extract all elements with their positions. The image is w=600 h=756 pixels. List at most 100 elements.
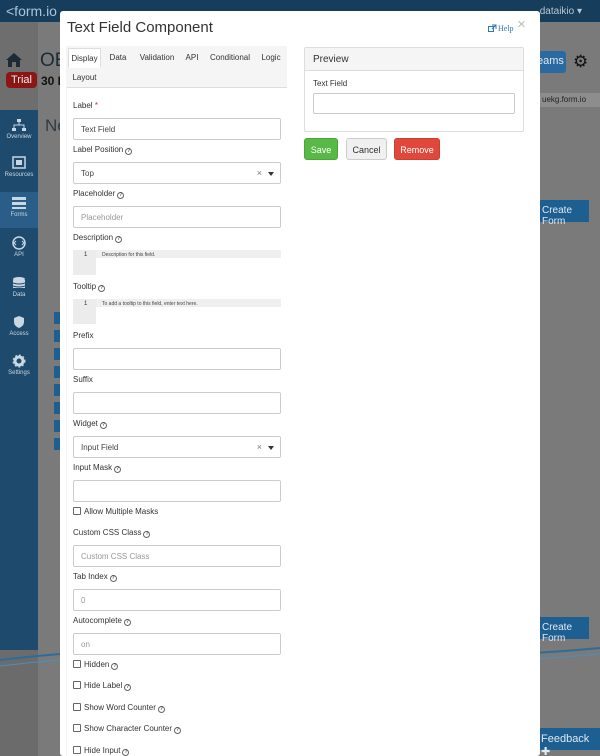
tooltip-editor[interactable]: 1 To add a tooltip to this field, enter …: [73, 299, 281, 324]
sidebar-item-access[interactable]: Access: [0, 315, 38, 347]
help-icon[interactable]: ?: [143, 531, 151, 538]
external-link-icon: [488, 24, 497, 32]
show-word-counter-checkbox[interactable]: Show Word Counter?: [73, 703, 165, 713]
help-icon[interactable]: ?: [114, 466, 122, 473]
input-mask-label: Input Mask?: [73, 463, 122, 473]
sidebar-item-forms[interactable]: Forms: [0, 192, 38, 228]
tab-data[interactable]: Data: [103, 48, 133, 68]
tab-index-input[interactable]: 0: [73, 589, 281, 611]
label-position-select[interactable]: Top ×: [73, 162, 281, 184]
required-mark: *: [94, 101, 98, 110]
modal-title: Text Field Component: [67, 19, 213, 36]
tab-validation[interactable]: Validation: [135, 48, 179, 68]
cancel-button[interactable]: Cancel: [346, 138, 387, 160]
checkbox-box[interactable]: [73, 724, 81, 732]
sidebar-item-label: Resources: [4, 172, 34, 178]
api-icon: [12, 236, 26, 250]
hidden-checkbox[interactable]: Hidden?: [73, 660, 119, 670]
sidebar-item-data[interactable]: Data: [0, 276, 38, 308]
resources-icon: [12, 156, 26, 169]
help-icon[interactable]: ?: [124, 684, 132, 691]
save-button[interactable]: Save: [304, 138, 338, 160]
prefix-input[interactable]: [73, 348, 281, 370]
gear-icon[interactable]: ⚙: [573, 52, 588, 72]
widget-select[interactable]: Input Field ×: [73, 436, 281, 458]
allow-multiple-masks-checkbox[interactable]: Allow Multiple Masks: [73, 507, 158, 516]
settings-icon: [12, 354, 26, 368]
clear-icon[interactable]: ×: [257, 442, 262, 452]
help-link[interactable]: Help: [488, 24, 514, 33]
help-icon[interactable]: ?: [157, 706, 165, 713]
home-icon[interactable]: [5, 52, 23, 68]
checkbox-box[interactable]: [73, 681, 81, 689]
checkbox-box[interactable]: [73, 703, 81, 711]
help-icon[interactable]: ?: [109, 575, 117, 582]
close-icon[interactable]: ×: [517, 16, 526, 33]
help-icon[interactable]: ?: [99, 422, 107, 429]
tab-display[interactable]: Display: [68, 48, 101, 68]
sidebar-item-label: Overview: [6, 134, 32, 140]
sidebar-item-api[interactable]: API: [0, 236, 38, 268]
line-number: 1: [73, 250, 96, 275]
input-mask-input[interactable]: [73, 480, 281, 502]
line-number: 1: [73, 299, 96, 324]
trial-badge: Trial: [6, 72, 37, 88]
overview-icon: [12, 119, 26, 131]
remove-button[interactable]: Remove: [394, 138, 440, 160]
clear-icon[interactable]: ×: [257, 168, 262, 178]
sidebar-item-resources[interactable]: Resources: [0, 156, 38, 188]
placeholder-input[interactable]: Placeholder: [73, 206, 281, 228]
description-label: Description?: [73, 233, 123, 243]
custom-css-input[interactable]: Custom CSS Class: [73, 545, 281, 567]
display-form: Label * Text Field Label Position? Top ×…: [67, 87, 287, 756]
select-value: Top: [81, 169, 94, 178]
hide-input-checkbox[interactable]: Hide Input?: [73, 746, 130, 756]
tab-api[interactable]: API: [181, 48, 203, 68]
preview-text-input[interactable]: [313, 93, 515, 114]
help-icon[interactable]: ?: [98, 285, 106, 292]
sidebar-item-label: Settings: [8, 370, 30, 376]
create-form-button[interactable]: Create Form: [540, 200, 589, 227]
label-field-label: Label *: [73, 101, 98, 110]
help-icon[interactable]: ?: [123, 619, 131, 626]
component-modal: Text Field Component Help × Display Data…: [60, 11, 540, 756]
sidebar-item-overview[interactable]: Overview: [0, 118, 38, 150]
sidebar-item-label: Forms: [10, 212, 28, 218]
label-position-label: Label Position?: [73, 145, 133, 155]
editor-placeholder: Description for this field.: [96, 250, 281, 258]
help-icon[interactable]: ?: [111, 663, 119, 670]
help-icon[interactable]: ?: [174, 727, 182, 734]
user-menu[interactable]: dataikio ▾: [540, 6, 582, 17]
checkbox-box[interactable]: [73, 746, 81, 754]
label-input[interactable]: Text Field: [73, 118, 281, 140]
select-value: Input Field: [81, 443, 119, 452]
suffix-input[interactable]: [73, 392, 281, 414]
tab-conditional[interactable]: Conditional: [205, 48, 255, 68]
suffix-label: Suffix: [73, 375, 93, 384]
sidebar-item-label: API: [14, 252, 24, 258]
tab-logic[interactable]: Logic: [257, 48, 285, 68]
show-character-counter-checkbox[interactable]: Show Character Counter?: [73, 724, 182, 734]
app-sidebar: Overview Resources Forms API Data Access…: [0, 110, 38, 650]
caret-down-icon: [268, 446, 274, 450]
create-form-button-bottom[interactable]: Create Form: [540, 617, 589, 644]
sidebar-item-label: Data: [12, 292, 26, 298]
help-icon[interactable]: ?: [117, 192, 125, 199]
settings-tabs: Display Data Validation API Conditional …: [66, 48, 287, 88]
app-logo[interactable]: <form.io: [6, 3, 57, 19]
hide-label-checkbox[interactable]: Hide Label?: [73, 681, 132, 691]
sidebar-item-settings[interactable]: Settings: [0, 354, 38, 386]
autocomplete-input[interactable]: on: [73, 633, 281, 655]
feedback-button[interactable]: Feedback ✚: [536, 728, 600, 756]
checkbox-box[interactable]: [73, 660, 81, 668]
autocomplete-label: Autocomplete?: [73, 616, 131, 626]
tab-layout[interactable]: Layout: [68, 68, 101, 88]
caret-down-icon: [268, 172, 274, 176]
checkbox-box[interactable]: [73, 507, 81, 515]
settings-panel: Display Data Validation API Conditional …: [66, 46, 287, 756]
placeholder-label: Placeholder?: [73, 189, 125, 199]
description-editor[interactable]: 1 Description for this field.: [73, 250, 281, 275]
help-icon[interactable]: ?: [125, 148, 133, 155]
help-icon[interactable]: ?: [115, 236, 123, 243]
help-icon[interactable]: ?: [122, 749, 130, 756]
